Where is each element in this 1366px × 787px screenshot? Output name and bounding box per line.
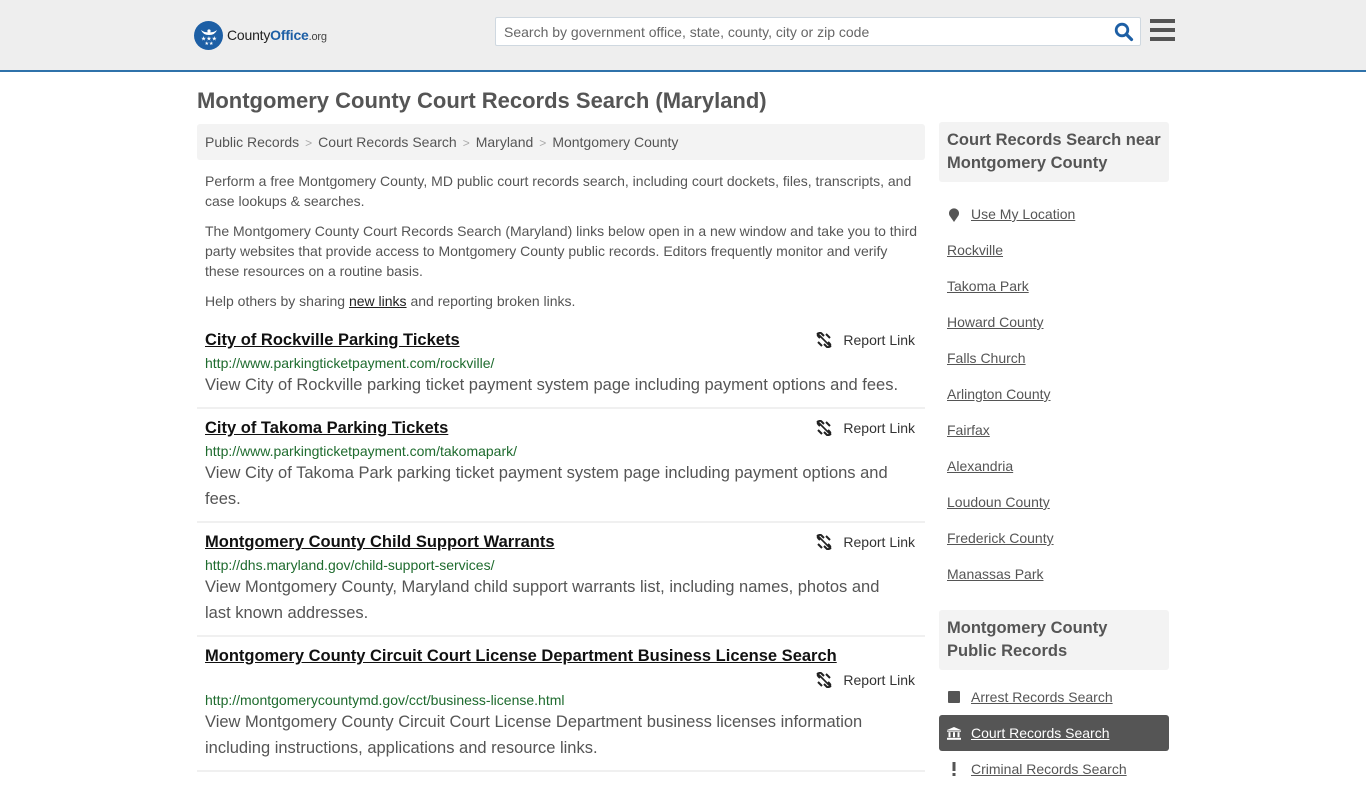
intro-text-after: and reporting broken links. — [406, 293, 576, 309]
new-links-link[interactable]: new links — [349, 293, 407, 309]
search-box — [495, 17, 1141, 46]
nearby-link-falls-church[interactable]: Falls Church — [947, 350, 1026, 366]
nearby-item: Manassas Park — [939, 556, 1169, 592]
report-link-button[interactable]: Report Link — [816, 534, 915, 550]
nearby-item: Howard County — [939, 304, 1169, 340]
breadcrumb: Public Records > Court Records Search > Mary… — [197, 124, 925, 160]
nearby-list: Use My Location Rockville Takoma Park Ho… — [939, 196, 1169, 592]
breadcrumb-court-records-search[interactable]: Court Records Search — [318, 134, 457, 150]
court-records-search-link[interactable]: Court Records Search — [971, 725, 1110, 741]
result-item: Montgomery County Circuit Court License … — [197, 637, 925, 772]
nearby-item: Falls Church — [939, 340, 1169, 376]
report-link-label: Report Link — [843, 534, 915, 550]
site-logo[interactable]: ★★★ ★★ CountyOffice.org — [194, 20, 327, 50]
result-description: View City of Rockville parking ticket pa… — [205, 376, 899, 394]
result-title-link[interactable]: Montgomery County Circuit Court License … — [205, 646, 837, 667]
nearby-item: Frederick County — [939, 520, 1169, 556]
nearby-link-howard-county[interactable]: Howard County — [947, 314, 1044, 330]
logo-text-county: County — [227, 27, 271, 43]
eagle-stars-icon: ★★★ ★★ — [194, 20, 223, 50]
nearby-link-alexandria[interactable]: Alexandria — [947, 458, 1013, 474]
nearby-item: Fairfax — [939, 412, 1169, 448]
nearby-item: Alexandria — [939, 448, 1169, 484]
result-url: http://www.parkingticketpayment.com/rock… — [205, 355, 495, 371]
site-header: ★★★ ★★ CountyOffice.org — [0, 0, 1366, 72]
nearby-item: Loudoun County — [939, 484, 1169, 520]
criminal-records-search-link[interactable]: Criminal Records Search — [971, 761, 1127, 777]
result-url: http://www.parkingticketpayment.com/tako… — [205, 443, 518, 459]
nearby-link-takoma-park[interactable]: Takoma Park — [947, 278, 1029, 294]
result-item: City of Takoma Parking Tickets Report Li… — [197, 409, 925, 523]
results-list: City of Rockville Parking Tickets Report… — [197, 321, 925, 772]
nearby-item: Arlington County — [939, 376, 1169, 412]
broken-link-icon — [816, 534, 832, 550]
hamburger-menu-icon[interactable] — [1150, 19, 1175, 42]
result-url: http://montgomerycountymd.gov/cct/busine… — [205, 692, 565, 708]
map-pin-icon — [947, 207, 961, 222]
breadcrumb-public-records[interactable]: Public Records — [205, 134, 299, 150]
result-description: View Montgomery County Circuit Court Lic… — [205, 713, 863, 757]
result-item: Montgomery County Child Support Warrants… — [197, 523, 925, 637]
nearby-link-arlington-county[interactable]: Arlington County — [947, 386, 1051, 402]
result-description: View City of Takoma Park parking ticket … — [205, 464, 888, 508]
result-title-link[interactable]: City of Takoma Parking Tickets — [205, 418, 448, 439]
sidebar: Court Records Search near Montgomery Cou… — [939, 122, 1169, 787]
result-title-link[interactable]: Montgomery County Child Support Warrants — [205, 532, 555, 553]
broken-link-icon — [816, 672, 832, 688]
search-input[interactable] — [496, 18, 1106, 45]
report-link-label: Report Link — [843, 672, 915, 688]
result-description: View Montgomery County, Maryland child s… — [205, 578, 880, 622]
page-title: Montgomery County Court Records Search (… — [197, 88, 767, 113]
svg-text:★★: ★★ — [204, 41, 213, 46]
search-icon[interactable] — [1114, 22, 1134, 42]
nearby-link-manassas-park[interactable]: Manassas Park — [947, 566, 1043, 582]
intro-text-before: Help others by sharing — [205, 293, 349, 309]
public-records-item-active: Court Records Search — [939, 715, 1169, 751]
breadcrumb-separator: > — [305, 136, 313, 150]
result-title-link[interactable]: City of Rockville Parking Tickets — [205, 330, 460, 351]
breadcrumb-montgomery-county[interactable]: Montgomery County — [552, 134, 678, 150]
result-url: http://dhs.maryland.gov/child-support-se… — [205, 557, 495, 573]
broken-link-icon — [816, 332, 832, 348]
report-link-label: Report Link — [843, 332, 915, 348]
result-item: City of Rockville Parking Tickets Report… — [197, 321, 925, 409]
broken-link-icon — [816, 420, 832, 436]
nearby-link-rockville[interactable]: Rockville — [947, 242, 1003, 258]
nearby-link-fairfax[interactable]: Fairfax — [947, 422, 990, 438]
arrest-records-search-link[interactable]: Arrest Records Search — [971, 689, 1113, 705]
public-records-list: Arrest Records Search Court Records Sear… — [939, 679, 1169, 787]
public-records-section: Montgomery County Public Records Arrest … — [939, 610, 1169, 787]
public-records-item: Criminal Records Search — [939, 751, 1169, 787]
report-link-button[interactable]: Report Link — [816, 420, 915, 436]
breadcrumb-separator: > — [539, 136, 547, 150]
intro-text: Perform a free Montgomery County, MD pub… — [205, 171, 921, 321]
courthouse-icon — [947, 726, 961, 740]
report-link-button[interactable]: Report Link — [816, 332, 915, 348]
public-records-heading: Montgomery County Public Records — [939, 610, 1169, 670]
exclamation-icon — [947, 762, 961, 776]
use-my-location-item: Use My Location — [939, 196, 1169, 232]
intro-paragraph-3: Help others by sharing new links and rep… — [205, 291, 921, 311]
nearby-item: Rockville — [939, 232, 1169, 268]
intro-paragraph-2: The Montgomery County Court Records Sear… — [205, 223, 918, 279]
intro-paragraph-1: Perform a free Montgomery County, MD pub… — [205, 173, 912, 209]
report-link-button[interactable]: Report Link — [205, 672, 917, 688]
breadcrumb-maryland[interactable]: Maryland — [476, 134, 534, 150]
breadcrumb-separator: > — [462, 136, 470, 150]
nearby-item: Takoma Park — [939, 268, 1169, 304]
use-my-location-link[interactable]: Use My Location — [971, 206, 1075, 222]
public-records-item: Arrest Records Search — [939, 679, 1169, 715]
logo-wordmark: CountyOffice.org — [227, 27, 327, 43]
logo-text-office: Office — [270, 27, 309, 43]
nearby-link-frederick-county[interactable]: Frederick County — [947, 530, 1054, 546]
square-icon — [947, 690, 961, 704]
logo-text-org: .org — [308, 31, 327, 43]
report-link-label: Report Link — [843, 420, 915, 436]
nearby-link-loudoun-county[interactable]: Loudoun County — [947, 494, 1050, 510]
nearby-heading: Court Records Search near Montgomery Cou… — [939, 122, 1169, 182]
